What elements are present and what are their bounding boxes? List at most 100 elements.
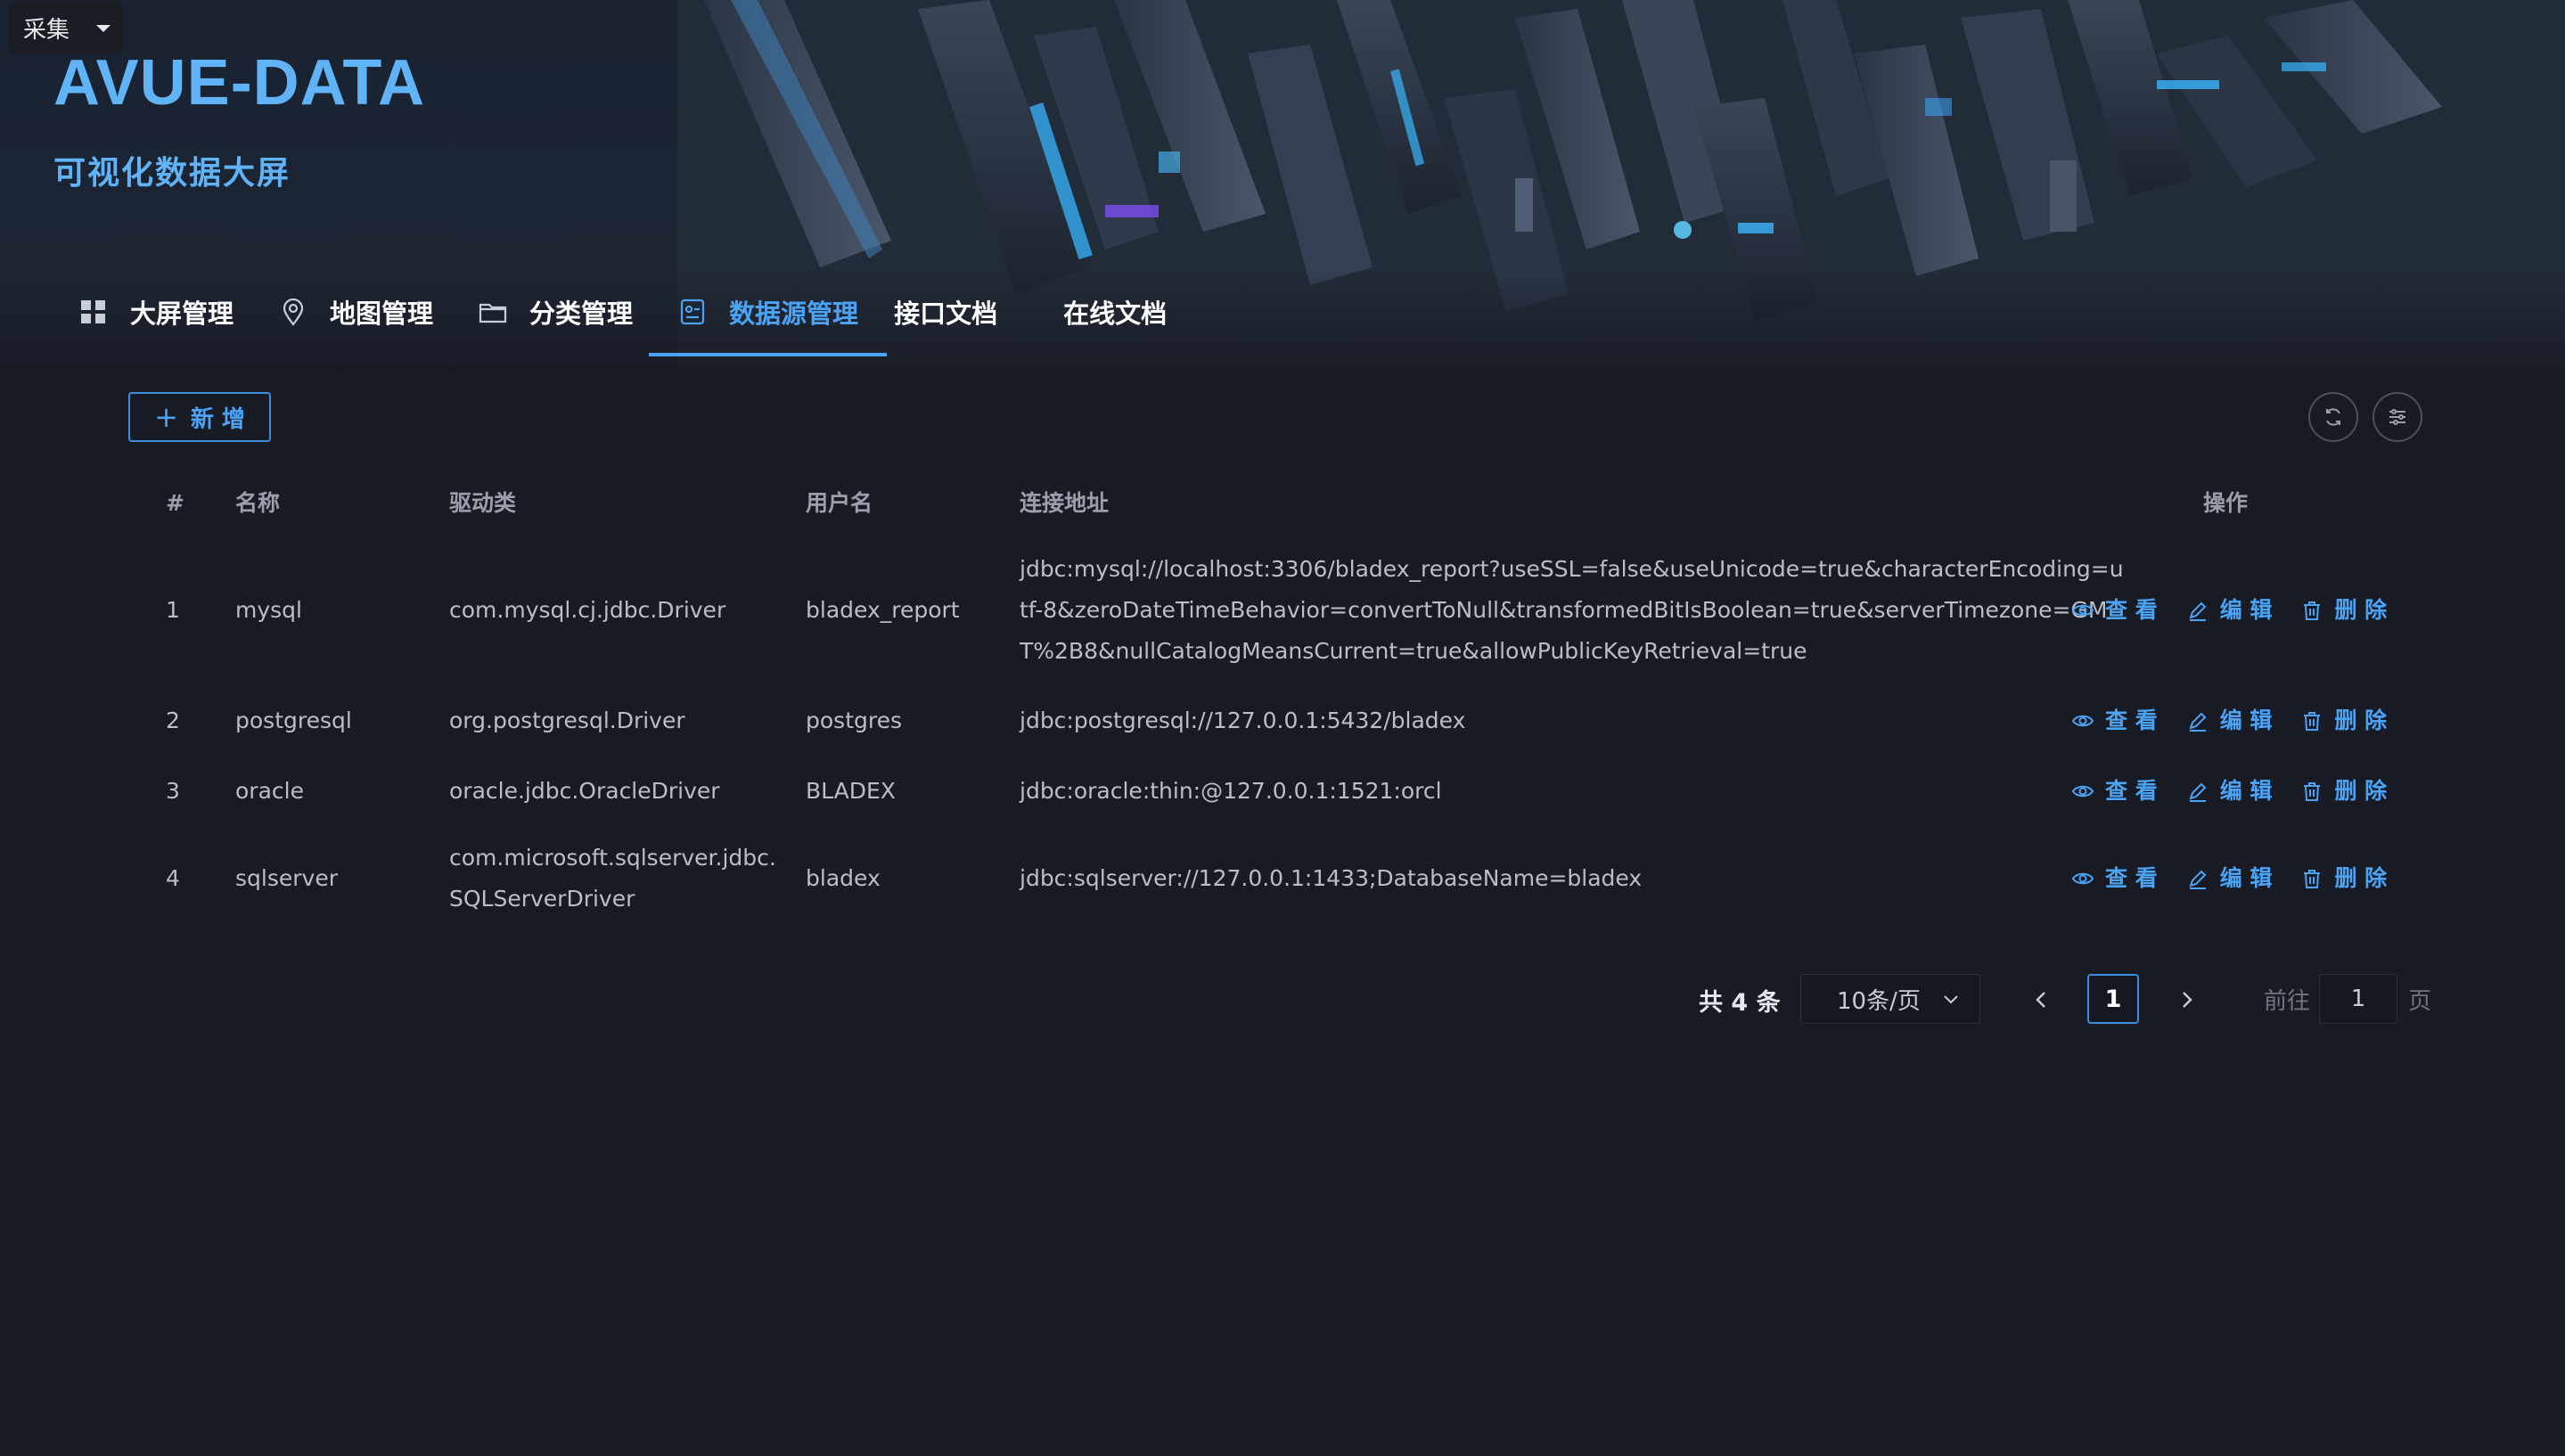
brand-title: AVUE-DATA <box>53 47 425 119</box>
table-row: 2 postgresql org.postgresql.Driver postg… <box>128 686 2428 756</box>
delete-button[interactable]: 删 除 <box>2300 771 2387 812</box>
column-settings-button[interactable] <box>2372 392 2422 442</box>
edit-label: 编 辑 <box>2219 708 2273 733</box>
plus-icon: + <box>154 400 178 434</box>
grid-icon <box>78 297 109 327</box>
pencil-icon <box>2189 782 2207 802</box>
delete-button[interactable]: 删 除 <box>2300 700 2387 741</box>
tab-datasource-management[interactable]: 数据源管理 <box>649 267 894 356</box>
view-button[interactable]: 查 看 <box>2071 700 2158 741</box>
table-row: 1 mysql com.mysql.cj.jdbc.Driver bladex_… <box>128 535 2428 686</box>
row-name: mysql <box>235 597 302 623</box>
tab-label: 接口文档 <box>894 299 998 329</box>
tab-screen-management[interactable]: 大屏管理 <box>70 267 269 356</box>
header-username: 用户名 <box>806 490 873 516</box>
header-driver: 驱动类 <box>449 490 517 516</box>
datasource-icon <box>677 297 708 327</box>
page-size-value: 10条/页 <box>1837 987 1921 1015</box>
row-driver: org.postgresql.Driver <box>449 708 685 733</box>
row-username: postgres <box>806 708 902 733</box>
edit-button[interactable]: 编 辑 <box>2186 858 2273 899</box>
delete-button[interactable]: 删 除 <box>2300 858 2387 899</box>
delete-label: 删 除 <box>2334 708 2388 733</box>
map-pin-icon <box>278 297 308 327</box>
page-label: 页 <box>2408 988 2432 1015</box>
edit-button[interactable]: 编 辑 <box>2186 700 2273 741</box>
view-button[interactable]: 查 看 <box>2071 771 2158 812</box>
next-page-button[interactable] <box>2173 986 2200 1013</box>
row-name: sqlserver <box>235 865 338 891</box>
main-nav: 大屏管理 地图管理 分类管理 数据源管理 接口文档 在线文档 <box>70 267 1202 356</box>
row-actions: 查 看 编 辑 删 除 <box>2071 771 2387 812</box>
edit-label: 编 辑 <box>2219 865 2273 891</box>
row-index: 2 <box>166 708 180 733</box>
eye-icon <box>2071 604 2094 617</box>
tab-category-management[interactable]: 分类管理 <box>469 267 668 356</box>
add-button-label: 新 增 <box>190 405 245 433</box>
tab-api-docs[interactable]: 接口文档 <box>894 267 1033 356</box>
header-url: 连接地址 <box>1020 490 1110 516</box>
header-index: # <box>166 490 184 516</box>
edit-label: 编 辑 <box>2219 778 2273 804</box>
header-name: 名称 <box>235 490 281 516</box>
trash-icon <box>2304 870 2321 888</box>
add-button[interactable]: + 新 增 <box>128 392 271 442</box>
row-actions: 查 看 编 辑 删 除 <box>2071 700 2387 741</box>
delete-button[interactable]: 删 除 <box>2300 590 2387 631</box>
row-driver: com.microsoft.sqlserver.jdbc.SQLServerDr… <box>449 845 776 912</box>
tab-label: 数据源管理 <box>729 299 859 329</box>
pagination: 共 4 条 10条/页 1 前往 页 <box>0 974 2565 1024</box>
view-label: 查 看 <box>2105 708 2158 733</box>
row-name: postgresql <box>235 708 352 733</box>
trash-icon <box>2304 712 2321 731</box>
edit-button[interactable]: 编 辑 <box>2186 771 2273 812</box>
row-index: 4 <box>166 865 180 891</box>
row-name: oracle <box>235 778 304 804</box>
pencil-icon <box>2189 870 2207 889</box>
tab-map-management[interactable]: 地图管理 <box>269 267 469 356</box>
row-index: 3 <box>166 778 180 804</box>
chevron-down-icon <box>1944 995 1958 1004</box>
caret-down-icon <box>96 25 111 32</box>
view-button[interactable]: 查 看 <box>2071 858 2158 899</box>
trash-icon <box>2304 782 2321 801</box>
row-username: bladex_report <box>806 597 960 623</box>
delete-label: 删 除 <box>2334 597 2388 623</box>
delete-label: 删 除 <box>2334 865 2388 891</box>
collect-dropdown-button[interactable]: 采集 <box>9 2 123 53</box>
datasource-table: # 名称 驱动类 用户名 连接地址 操作 1 mysql com.mysql.c… <box>128 472 2428 930</box>
header-actions: 操作 <box>2203 490 2249 516</box>
page-size-select[interactable]: 10条/页 <box>1800 974 1980 1024</box>
goto-label: 前往 <box>2264 988 2311 1015</box>
tab-label: 地图管理 <box>330 299 434 329</box>
pencil-icon <box>2189 712 2207 732</box>
tab-label: 在线文档 <box>1063 299 1168 329</box>
row-url: jdbc:sqlserver://127.0.0.1:1433;Database… <box>1020 865 1643 891</box>
brand-subtitle: 可视化数据大屏 <box>53 155 291 192</box>
refresh-icon <box>2326 408 2340 426</box>
table-row: 4 sqlserver com.microsoft.sqlserver.jdbc… <box>128 827 2428 930</box>
tab-label: 分类管理 <box>529 299 634 329</box>
prev-page-button[interactable] <box>2028 986 2055 1013</box>
tab-label: 大屏管理 <box>130 299 234 329</box>
table-header: # 名称 驱动类 用户名 连接地址 操作 <box>128 472 2428 535</box>
refresh-button[interactable] <box>2308 392 2358 442</box>
page-number-current[interactable]: 1 <box>2087 974 2139 1024</box>
folder-icon <box>478 297 508 327</box>
eye-icon <box>2071 715 2094 727</box>
row-actions: 查 看 编 辑 删 除 <box>2071 590 2387 631</box>
row-username: BLADEX <box>806 778 896 804</box>
row-driver: com.mysql.cj.jdbc.Driver <box>449 597 726 623</box>
goto-page-input[interactable] <box>2319 974 2397 1024</box>
collect-label: 采集 <box>23 16 70 44</box>
tab-online-docs[interactable]: 在线文档 <box>1033 267 1202 356</box>
row-url: jdbc:postgresql://127.0.0.1:5432/bladex <box>1020 708 1466 733</box>
row-index: 1 <box>166 597 180 623</box>
eye-icon <box>2071 872 2094 885</box>
row-actions: 查 看 编 辑 删 除 <box>2071 858 2387 899</box>
view-label: 查 看 <box>2105 865 2158 891</box>
edit-button[interactable]: 编 辑 <box>2186 590 2272 631</box>
row-url: jdbc:mysql://localhost:3306/bladex_repor… <box>1020 556 2124 664</box>
row-driver: oracle.jdbc.OracleDriver <box>449 778 720 804</box>
view-button[interactable]: 查 看 <box>2071 590 2158 631</box>
